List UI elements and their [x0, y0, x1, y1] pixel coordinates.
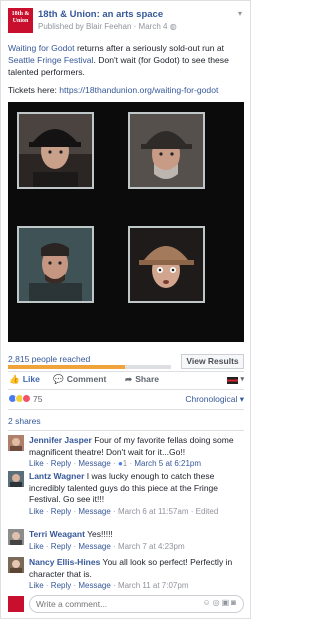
comment-like-link[interactable]: Like [29, 507, 44, 516]
comment-label: Comment [66, 374, 107, 384]
comment-actions: Like · Reply · Message · March 6 at 11:5… [29, 506, 219, 516]
comment-message-link[interactable]: Message [78, 459, 110, 468]
chevron-down-icon[interactable]: ▾ [240, 375, 244, 383]
comment-message-link[interactable]: Message [78, 581, 110, 590]
commenter-avatar[interactable] [8, 471, 24, 487]
meta-separator: · [133, 22, 137, 31]
comment-timestamp-link[interactable]: March 11 at 7:07pm [118, 581, 189, 590]
post-text-part1: returns after a seriously sold-out run a… [74, 43, 225, 53]
thumbs-up-icon: 👍 [9, 374, 20, 384]
portrait-panel-2 [128, 112, 205, 189]
comment-body: Nancy Ellis-Hines You all look so perfec… [29, 557, 243, 592]
post-photo[interactable] [8, 102, 244, 342]
post-card: 18th & Union 18th & Union: an arts space… [0, 0, 251, 619]
sticker-icon[interactable]: ◙ [231, 598, 238, 607]
godot-link[interactable]: Waiting for Godot [8, 43, 75, 53]
speech-bubble-icon: 💬 [53, 374, 64, 384]
share-label: Share [135, 374, 160, 384]
emoji-icon[interactable]: ☺ [202, 598, 212, 607]
comment-edited-label[interactable]: Edited [196, 507, 219, 516]
comment-timestamp-link[interactable]: March 5 at 6:21pm [134, 459, 201, 468]
reach-progress-fill [8, 365, 126, 369]
comment-body: Jennifer Jasper Four of my favorite fell… [29, 435, 243, 470]
reaction-count[interactable]: 75 [33, 394, 42, 404]
comment-reply-link[interactable]: Reply [51, 507, 71, 516]
commenter-avatar[interactable] [8, 557, 24, 573]
page-avatar[interactable]: 18th & Union [8, 8, 33, 33]
comment-reply-link[interactable]: Reply [51, 459, 71, 468]
post-text: Waiting for Godot returns after a seriou… [8, 42, 244, 78]
divider [8, 389, 244, 390]
reach-progress-bar [8, 365, 171, 369]
comment-actions: Like · Reply · Message · March 11 at 7:0… [29, 581, 189, 590]
portrait-panel-4 [128, 226, 205, 303]
comment-timestamp-link[interactable]: March 7 at 4:23pm [118, 542, 185, 551]
reaction-icons[interactable] [8, 393, 31, 404]
comment-actions: Like · Reply · Message · March 7 at 4:23… [29, 541, 185, 551]
share-button[interactable]: ➦ Share [125, 374, 159, 385]
gif-icon[interactable]: ▣ [222, 598, 232, 607]
commenter-name-link[interactable]: Nancy Ellis-Hines [29, 557, 100, 567]
share-arrow-icon: ➦ [125, 374, 133, 384]
shares-link[interactable]: 2 shares [8, 416, 41, 426]
post-options-chevron-icon[interactable]: ▾ [238, 9, 242, 18]
globe-icon: ◍ [169, 22, 177, 31]
commenter-name-link[interactable]: Lantz Wagner [29, 471, 84, 481]
post-header: 18th & Union 18th & Union: an arts space… [8, 7, 244, 35]
portrait-panel-3 [17, 226, 94, 303]
author-link[interactable]: Blair Feehan [86, 22, 131, 31]
composer-icons: ☺◎▣◙ [202, 598, 238, 607]
comment-like-count[interactable]: ●1 [118, 459, 127, 468]
comment-body: Lantz Wagner I was lucky enough to catch… [29, 471, 243, 518]
chevron-down-icon: ▾ [239, 394, 244, 404]
people-reached-link[interactable]: 2,815 people reached [8, 354, 90, 364]
comment-message-link[interactable]: Message [78, 507, 110, 516]
published-by-text: Published by [38, 22, 84, 31]
comment-sort-dropdown[interactable]: Chronological ▾ [185, 394, 244, 405]
divider [8, 409, 244, 410]
reach-row: 2,815 people reached View Results [8, 354, 244, 370]
sort-label: Chronological [185, 394, 238, 404]
page-identity-flag-icon[interactable] [227, 377, 238, 384]
comment-reply-link[interactable]: Reply [51, 542, 71, 551]
page-name-link[interactable]: 18th & Union: an arts space [38, 9, 163, 20]
comment-button[interactable]: 💬 Comment [53, 374, 106, 385]
commenter-avatar[interactable] [8, 529, 24, 545]
comment-text: Yes!!!!! [84, 529, 113, 539]
action-bar: 👍 Like 💬 Comment ➦ Share ▾ [8, 374, 244, 388]
post-date-link[interactable]: March 4 [139, 22, 168, 31]
comment-like-link[interactable]: Like [29, 581, 44, 590]
comment-actions: Like · Reply · Message · ●1 · March 5 at… [29, 459, 202, 468]
like-count-value: 1 [122, 459, 128, 468]
comment-composer: ☺◎▣◙ [8, 595, 244, 614]
view-results-button[interactable]: View Results [181, 354, 244, 369]
page-avatar-small [8, 596, 24, 612]
commenter-avatar[interactable] [8, 435, 24, 451]
commenter-name-link[interactable]: Jennifer Jasper [29, 435, 92, 445]
fringe-festival-link[interactable]: Seattle Fringe Festival [8, 55, 94, 65]
tickets-line: Tickets here: https://18thandunion.org/w… [8, 84, 244, 96]
love-reaction-icon [22, 394, 31, 404]
post-meta: Published by Blair Feehan · March 4 ◍ [38, 22, 177, 31]
divider [8, 371, 244, 372]
comment-timestamp-link[interactable]: March 6 at 11:57am [118, 507, 189, 516]
tickets-url-link[interactable]: https://18thandunion.org/waiting-for-god… [59, 85, 218, 95]
portrait-panel-1 [17, 112, 94, 189]
camera-icon[interactable]: ◎ [213, 598, 222, 607]
reactions-row: 75 Chronological ▾ [8, 393, 244, 405]
comment-message-link[interactable]: Message [78, 542, 110, 551]
divider [8, 430, 244, 431]
like-button[interactable]: 👍 Like [9, 374, 40, 385]
comment-like-link[interactable]: Like [29, 542, 44, 551]
like-label: Like [22, 374, 40, 384]
comment-body: Terri Weagant Yes!!!!! Like · Reply · Me… [29, 529, 243, 553]
tickets-prefix: Tickets here: [8, 85, 60, 95]
comment-reply-link[interactable]: Reply [51, 581, 71, 590]
comment-like-link[interactable]: Like [29, 459, 44, 468]
commenter-name-link[interactable]: Terri Weagant [29, 529, 85, 539]
